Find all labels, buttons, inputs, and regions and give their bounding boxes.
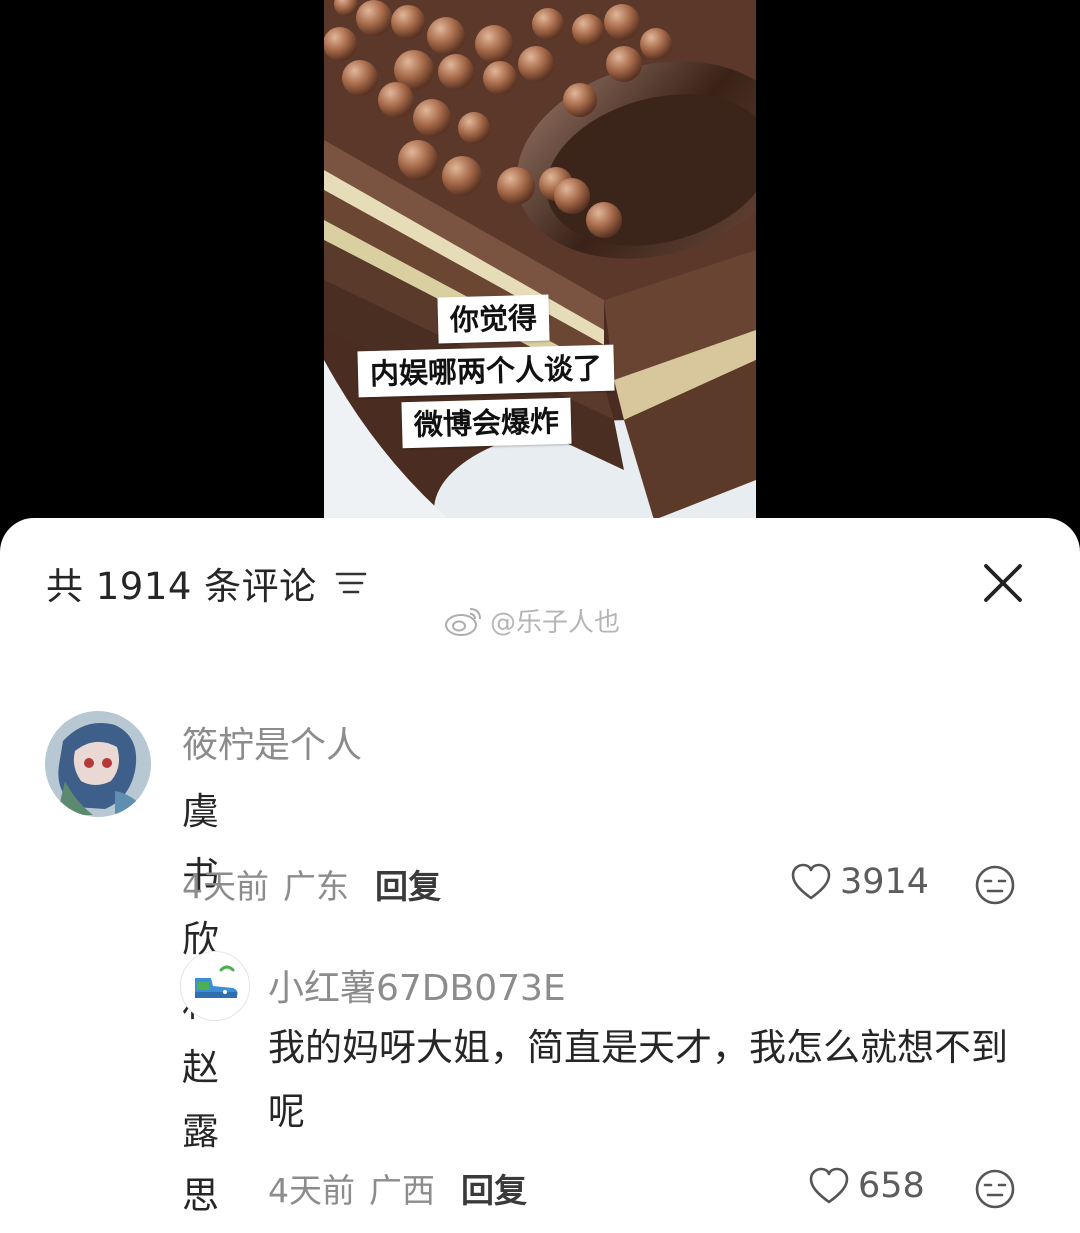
like-button[interactable]: 658: [808, 1166, 925, 1206]
expressionless-face-icon: [975, 1169, 1015, 1209]
watermark-text: @乐子人也: [490, 608, 621, 638]
close-icon: [984, 564, 1022, 602]
sort-lines-icon[interactable]: [335, 568, 367, 598]
like-count: 3914: [840, 862, 930, 902]
comments-sheet: 共 1914 条评论 @乐子人也 筱柠是个人 虞书欣 赵露思 4天前 广东 回复…: [0, 518, 1080, 1233]
reply-button[interactable]: 回复: [375, 860, 441, 908]
emoji-react-button[interactable]: [974, 864, 1016, 910]
comment-count: 共 1914 条评论: [46, 565, 317, 608]
comment-time: 4天前: [268, 1171, 355, 1210]
comment-location: 广东: [283, 867, 349, 906]
like-count: 658: [858, 1166, 925, 1206]
video-player[interactable]: 你觉得 内娱哪两个人谈了 微博会爆炸: [0, 0, 1080, 540]
comment-time: 4天前: [182, 867, 269, 906]
close-button[interactable]: [980, 560, 1026, 606]
comment-meta: 4天前 广西 回复: [268, 1168, 527, 1210]
comment-author[interactable]: 小红薯67DB073E: [268, 959, 566, 1011]
video-frame-cake-image: 你觉得 内娱哪两个人谈了 微博会爆炸: [324, 0, 756, 540]
weibo-logo-icon: [445, 607, 481, 636]
emoji-react-button[interactable]: [974, 1168, 1016, 1214]
comment-location: 广西: [369, 1171, 435, 1210]
comment-text: 我的妈呀大姐，简直是天才，我怎么就想不到呢: [268, 1026, 1008, 1133]
expressionless-face-icon: [975, 865, 1015, 905]
like-button[interactable]: 3914: [790, 862, 929, 902]
avatar[interactable]: [180, 951, 250, 1021]
weibo-watermark: @乐子人也: [444, 602, 620, 639]
comments-header: 共 1914 条评论: [46, 558, 367, 608]
heart-outline-icon: [791, 863, 831, 900]
comment-author[interactable]: 筱柠是个人: [182, 716, 362, 768]
reply-button[interactable]: 回复: [461, 1164, 527, 1212]
video-caption-line: 内娱哪两个人谈了: [357, 344, 615, 398]
video-caption-line: 微博会爆炸: [401, 397, 572, 449]
avatar[interactable]: [45, 711, 151, 817]
video-caption-line: 你觉得: [437, 294, 550, 344]
heart-outline-icon: [809, 1167, 849, 1204]
comment-meta: 4天前 广东 回复: [182, 864, 441, 906]
